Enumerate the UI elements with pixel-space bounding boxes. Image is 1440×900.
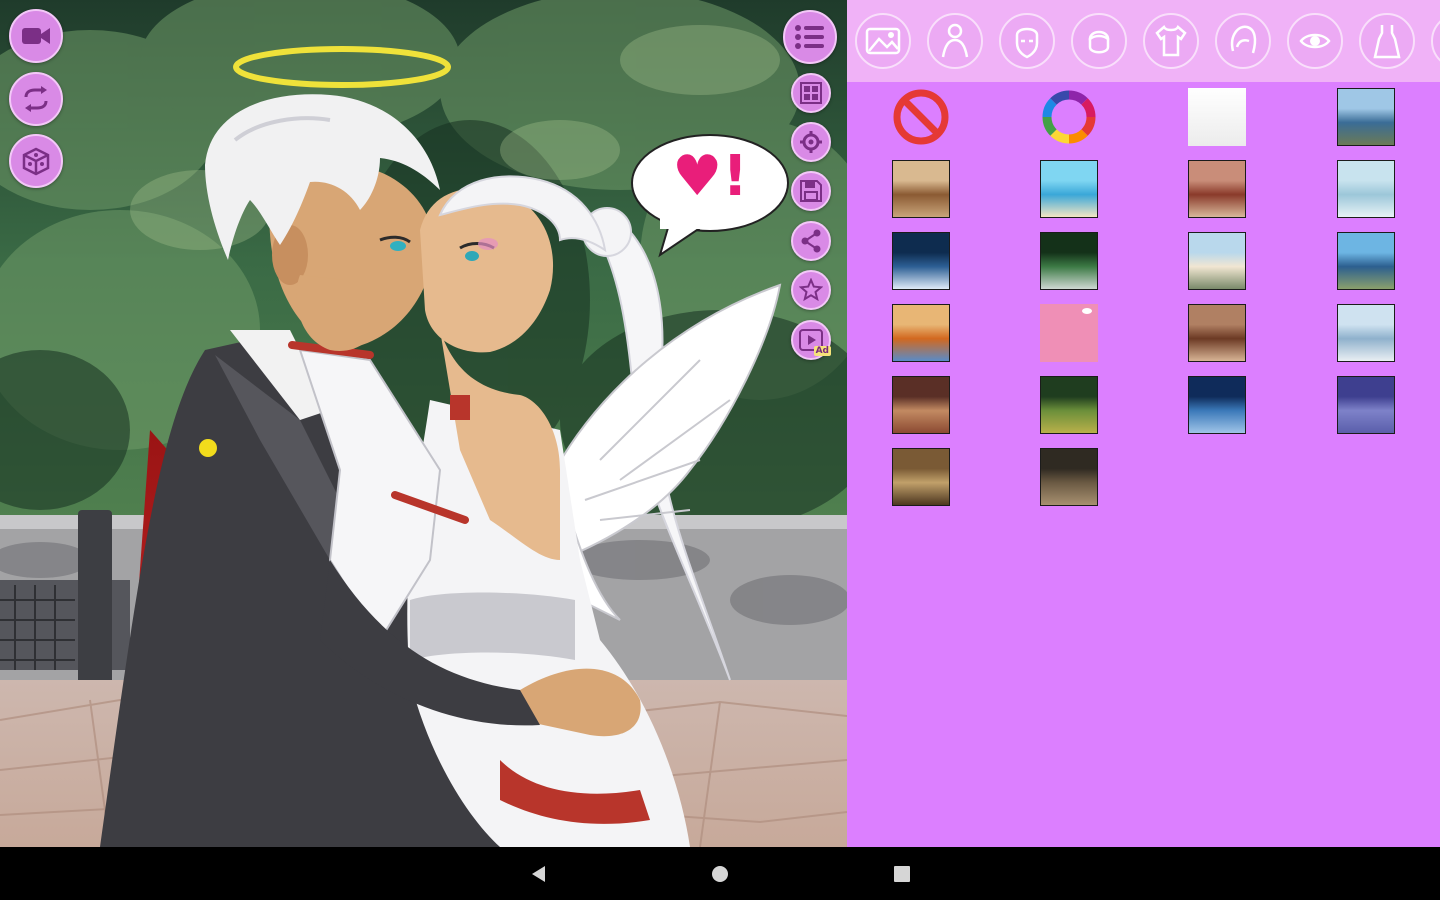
background-thumbnail[interactable]	[1188, 304, 1246, 362]
category-hairstyle[interactable]	[1215, 13, 1271, 69]
body-icon	[941, 23, 969, 58]
background-thumbnail[interactable]	[892, 376, 950, 434]
background-thumbnail[interactable]	[1337, 160, 1395, 218]
category-hair[interactable]	[1071, 13, 1127, 69]
recents-square-icon	[894, 866, 910, 882]
floppy-disk-icon	[800, 180, 822, 202]
background-thumbnail[interactable]	[1040, 304, 1098, 362]
dressup-scene: ♥! Ad	[0, 0, 847, 847]
hairstyle-icon	[1230, 25, 1257, 54]
rate-button[interactable]	[791, 270, 831, 310]
category-backgrounds[interactable]	[855, 13, 911, 69]
back-triangle-icon	[532, 866, 545, 882]
background-thumbnail[interactable]	[1040, 88, 1098, 146]
thumbnail-image	[1189, 305, 1245, 361]
background-thumbnail[interactable]	[1337, 304, 1395, 362]
background-thumbnail[interactable]	[1337, 88, 1395, 146]
recents-button[interactable]	[889, 861, 915, 887]
thumbnail-image	[1189, 161, 1245, 217]
gear-icon	[800, 131, 822, 153]
thumbnail-image	[1338, 305, 1394, 361]
settings-button[interactable]	[791, 122, 831, 162]
background-thumbnail[interactable]	[1040, 160, 1098, 218]
background-thumbnail[interactable]	[1188, 232, 1246, 290]
thumbnail-image	[1041, 377, 1097, 433]
eyes-icon	[1299, 33, 1331, 49]
category-dress[interactable]	[1359, 13, 1415, 69]
background-thumbnail[interactable]	[892, 304, 950, 362]
swap-arrows-icon	[24, 86, 48, 112]
scene-artwork	[0, 0, 847, 847]
background-thumbnail[interactable]	[1337, 232, 1395, 290]
ad-badge: Ad	[813, 346, 831, 356]
home-button[interactable]	[707, 861, 733, 887]
swap-characters-button[interactable]	[9, 72, 63, 126]
thumbnail-image	[1188, 88, 1246, 146]
gallery-button[interactable]	[791, 73, 831, 113]
back-button[interactable]	[525, 861, 551, 887]
video-camera-icon	[22, 28, 50, 44]
eye-icon	[1082, 308, 1092, 314]
item-selection-panel	[847, 0, 1440, 847]
category-body[interactable]	[927, 13, 983, 69]
dice-icon	[22, 147, 50, 176]
background-thumbnail[interactable]	[1337, 376, 1395, 434]
background-thumbnail[interactable]	[892, 160, 950, 218]
category-eyes[interactable]	[1287, 13, 1343, 69]
background-thumbnail[interactable]	[1188, 160, 1246, 218]
thumbnail-image	[1041, 449, 1097, 505]
shirt-icon	[1155, 25, 1187, 57]
color-wheel-icon	[1042, 90, 1096, 144]
dress-icon	[1373, 25, 1401, 59]
thumbnail-image	[1189, 377, 1245, 433]
thumbnail-image	[893, 377, 949, 433]
random-dice-button[interactable]	[9, 134, 63, 188]
category-tops[interactable]	[1143, 13, 1199, 69]
background-thumbnail[interactable]	[1040, 376, 1098, 434]
thumbnail-image	[1338, 233, 1394, 289]
category-more[interactable]	[1431, 13, 1440, 69]
menu-button[interactable]	[783, 10, 837, 64]
speech-bubble: ♥!	[630, 133, 790, 258]
android-navigation-bar	[0, 847, 1440, 900]
category-face[interactable]	[999, 13, 1055, 69]
grid-gallery-icon	[800, 82, 822, 104]
speech-bubble-text: ♥!	[672, 144, 748, 209]
thumbnail-image	[1338, 89, 1394, 145]
thumbnail-image	[1041, 233, 1097, 289]
background-scene-icon	[865, 27, 901, 55]
background-thumbnail[interactable]	[892, 448, 950, 506]
hair-icon	[1088, 30, 1110, 54]
background-thumbnail[interactable]	[892, 88, 950, 146]
background-thumbnail[interactable]	[1040, 232, 1098, 290]
thumbnail-image	[1041, 161, 1097, 217]
background-thumbnail[interactable]	[1188, 88, 1246, 146]
category-bar	[847, 0, 1440, 82]
background-thumbnail[interactable]	[1188, 376, 1246, 434]
face-icon	[1015, 27, 1039, 59]
thumbnail-image	[1189, 233, 1245, 289]
star-icon	[799, 278, 823, 302]
app-screen: ♥! Ad	[0, 0, 1440, 900]
thumbnail-image	[1040, 304, 1098, 362]
video-record-button[interactable]	[9, 9, 63, 63]
share-button[interactable]	[791, 221, 831, 261]
home-circle-icon	[712, 866, 728, 882]
thumbnail-image	[893, 305, 949, 361]
no-background-icon	[893, 89, 949, 145]
thumbnail-image	[1338, 377, 1394, 433]
thumbnail-image	[1338, 161, 1394, 217]
background-thumbnail[interactable]	[1040, 448, 1098, 506]
background-thumbnail[interactable]	[892, 232, 950, 290]
list-menu-icon	[795, 25, 824, 49]
save-button[interactable]	[791, 171, 831, 211]
watch-ad-button[interactable]: Ad	[791, 320, 831, 360]
share-icon	[801, 229, 821, 253]
thumbnail-image	[893, 161, 949, 217]
thumbnail-image	[893, 449, 949, 505]
thumbnail-image	[893, 233, 949, 289]
